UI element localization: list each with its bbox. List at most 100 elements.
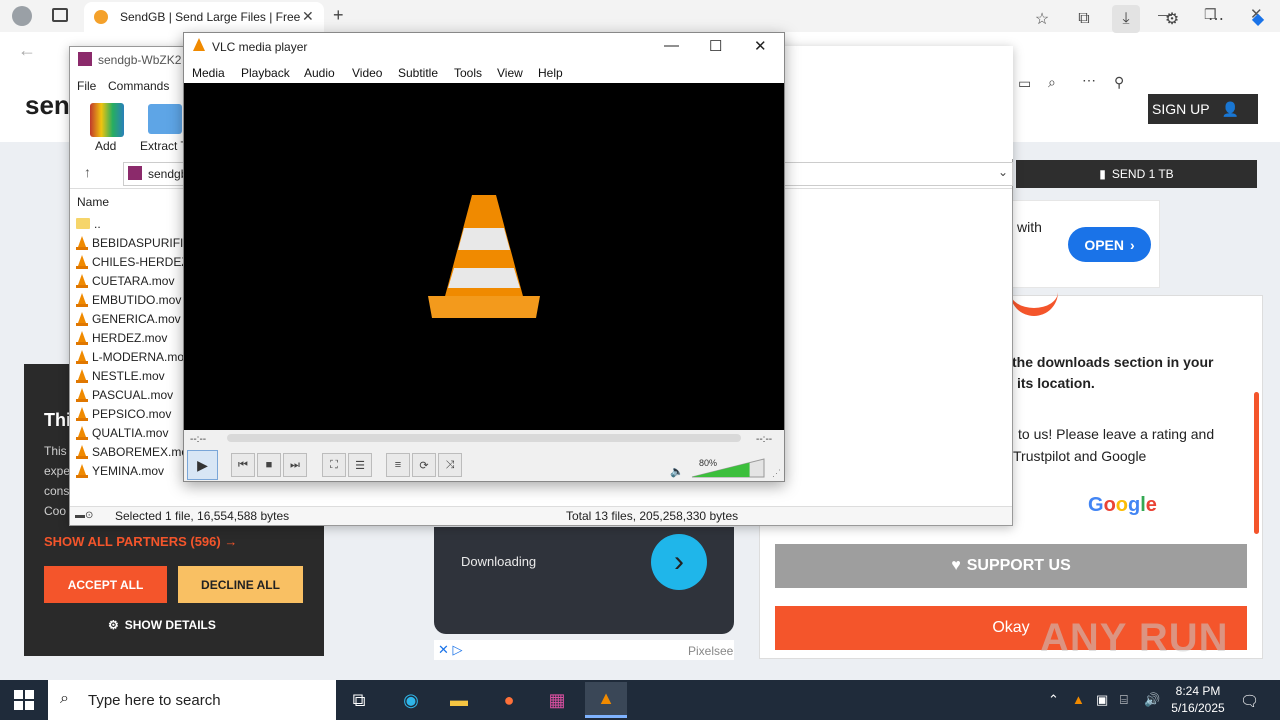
vlc-file-icon: [76, 425, 88, 440]
ad-open-button[interactable]: OPEN ›: [1068, 227, 1151, 262]
tab-actions-icon[interactable]: [52, 8, 68, 22]
show-details-button[interactable]: ⚙ SHOW DETAILS: [108, 618, 216, 632]
column-header-name[interactable]: Name: [77, 195, 109, 209]
show-partners-link[interactable]: SHOW ALL PARTNERS (596) →: [44, 534, 237, 549]
vlc-cone-logo: [428, 195, 540, 318]
resize-grip-icon[interactable]: ⋰: [772, 468, 781, 479]
collections-icon[interactable]: ⧉: [1070, 5, 1098, 33]
extract-button-label[interactable]: Extract T: [140, 139, 188, 153]
shuffle-icon[interactable]: ⤨: [438, 453, 462, 477]
task-view-icon[interactable]: ⧉: [338, 682, 380, 718]
new-tab-icon[interactable]: +: [333, 5, 344, 26]
edge-icon[interactable]: ◉: [390, 682, 432, 718]
download-icon[interactable]: ⤓: [1112, 5, 1140, 33]
adchoices-icon[interactable]: ✕ ▷: [438, 642, 463, 658]
fullscreen-icon[interactable]: ⛶: [322, 453, 346, 477]
device-icon[interactable]: ▣: [1096, 692, 1108, 708]
panel-scrollbar-thumb[interactable]: [1254, 392, 1259, 534]
speaker-icon[interactable]: 🔈: [670, 465, 684, 478]
folder-icon[interactable]: ▭: [1018, 75, 1031, 92]
decline-all-button[interactable]: DECLINE ALL: [178, 566, 303, 603]
add-button-label[interactable]: Add: [95, 139, 116, 153]
vlc-taskbar-icon[interactable]: ▲: [585, 682, 627, 718]
winrar-taskbar-icon[interactable]: ▦: [536, 682, 578, 718]
add-user-icon: 👤: [1221, 100, 1240, 117]
copilot-icon[interactable]: ◆: [1244, 5, 1272, 33]
stop-icon[interactable]: ■: [257, 453, 281, 477]
vlc-tray-icon[interactable]: ▲: [1072, 692, 1085, 707]
profile-avatar[interactable]: [12, 6, 32, 26]
extract-folder-icon[interactable]: [148, 104, 182, 134]
up-arrow-icon[interactable]: ↑: [84, 164, 91, 180]
list-item-parent[interactable]: ..: [76, 214, 101, 233]
back-icon[interactable]: ←: [18, 40, 36, 61]
consent-line: This: [44, 444, 67, 458]
list-item-file[interactable]: HERDEZ.mov: [76, 328, 167, 347]
more-menu-icon[interactable]: ⋯: [1202, 5, 1230, 33]
tab-close-icon[interactable]: ✕: [302, 8, 314, 25]
consent-title: Thi: [44, 410, 71, 430]
firefox-icon[interactable]: ●: [488, 682, 530, 718]
list-item-file[interactable]: SABOREMEX.mov: [76, 442, 194, 461]
tab-sendgb[interactable]: SendGB | Send Large Files | Free f ✕: [84, 2, 324, 32]
list-item-file[interactable]: PEPSICO.mov: [76, 404, 171, 423]
winrar-menu-commands[interactable]: Commands: [108, 79, 169, 93]
support-us-button[interactable]: ♥ SUPPORT US: [775, 544, 1247, 588]
show-hidden-icons-icon[interactable]: ⌃: [1048, 692, 1059, 708]
google-logo[interactable]: Google: [1088, 494, 1157, 517]
chevron-down-icon[interactable]: ⌄: [998, 165, 1008, 179]
next-icon[interactable]: ⏭: [283, 453, 307, 477]
winrar-menu-file[interactable]: File: [77, 79, 96, 93]
playlist-icon[interactable]: ≡: [386, 453, 410, 477]
download-ad-arrow-icon[interactable]: ›: [651, 534, 707, 590]
windows-start-icon[interactable]: [14, 690, 34, 710]
winrar-title: sendgb-WbZK2: [98, 53, 182, 67]
vlc-menu-media[interactable]: Media: [192, 66, 225, 80]
list-item-file[interactable]: EMBUTIDO.mov: [76, 290, 181, 309]
add-archive-icon[interactable]: [90, 103, 124, 137]
taskbar-clock[interactable]: 8:24 PM 5/16/2025: [1168, 683, 1228, 717]
vlc-menu-help[interactable]: Help: [538, 66, 563, 80]
list-item-file[interactable]: GENERICA.mov: [76, 309, 181, 328]
vlc-menu-view[interactable]: View: [497, 66, 523, 80]
folder-icon: [76, 218, 90, 229]
loop-icon[interactable]: ⟳: [412, 453, 436, 477]
more-icon[interactable]: ⋯: [1082, 72, 1096, 89]
signup-button[interactable]: SIGN UP 👤: [1148, 94, 1258, 124]
seek-bar[interactable]: [227, 434, 741, 442]
volume-tray-icon[interactable]: 🔊: [1144, 692, 1160, 708]
play-button[interactable]: ▶: [187, 450, 218, 480]
search-icon[interactable]: ⌕: [1048, 74, 1056, 91]
previous-icon[interactable]: ⏮: [231, 453, 255, 477]
vlc-minimize-icon[interactable]: —: [664, 37, 679, 54]
vlc-maximize-icon[interactable]: ☐: [709, 37, 722, 55]
vlc-close-icon[interactable]: ✕: [754, 37, 767, 55]
show-details-label: SHOW DETAILS: [124, 618, 216, 632]
pin-icon[interactable]: ⚲: [1114, 74, 1124, 91]
vlc-menu-audio[interactable]: Audio: [304, 66, 335, 80]
extended-settings-icon[interactable]: ☰: [348, 453, 372, 477]
list-item-file[interactable]: CUETARA.mov: [76, 271, 174, 290]
file-explorer-icon[interactable]: ▬: [438, 682, 480, 718]
vlc-title: VLC media player: [212, 40, 308, 54]
network-icon[interactable]: ⌸: [1120, 692, 1128, 708]
list-item-file[interactable]: PASCUAL.mov: [76, 385, 173, 404]
extensions-icon[interactable]: ⚙: [1158, 5, 1186, 33]
accept-all-button[interactable]: ACCEPT ALL: [44, 566, 167, 603]
vlc-menu-tools[interactable]: Tools: [454, 66, 482, 80]
favorites-icon[interactable]: ☆: [1028, 5, 1056, 33]
vlc-menu-playback[interactable]: Playback: [241, 66, 290, 80]
list-item-file[interactable]: QUALTIA.mov: [76, 423, 168, 442]
chevron-right-icon: ›: [1130, 236, 1135, 253]
notifications-icon[interactable]: 🗨: [1240, 692, 1259, 710]
list-item-file[interactable]: YEMINA.mov: [76, 461, 164, 480]
vlc-menu-subtitle[interactable]: Subtitle: [398, 66, 438, 80]
send-1tb-button[interactable]: ▮ SEND 1 TB: [1016, 160, 1257, 188]
list-item-file[interactable]: NESTLE.mov: [76, 366, 165, 385]
site-logo[interactable]: sen: [25, 90, 70, 121]
support-label: SUPPORT US: [966, 557, 1071, 574]
volume-slider[interactable]: [690, 457, 766, 479]
list-item-file[interactable]: L-MODERNA.mov: [76, 347, 190, 366]
vlc-menu-video[interactable]: Video: [352, 66, 382, 80]
list-item-file[interactable]: BEBIDASPURIFICA: [76, 233, 200, 252]
